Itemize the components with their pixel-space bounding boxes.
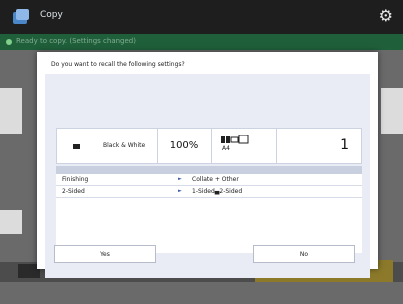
settings-summary: Black & White 100% A4 1: [56, 128, 362, 164]
paper-cell: A4: [211, 129, 277, 163]
yes-button[interactable]: Yes: [54, 245, 156, 263]
black-white-icon: [73, 144, 80, 149]
bg-left-tile: [0, 88, 22, 134]
setting-value: Collate + Other: [192, 176, 239, 183]
settings-table-header: [56, 166, 362, 174]
copies-cell: 1: [276, 129, 361, 163]
setting-value: 1-Sided▄2-Sided: [192, 188, 243, 195]
bg-left-tile-lower: [0, 210, 22, 234]
table-row: Finishing ► Collate + Other: [56, 174, 362, 186]
zoom-value: 100%: [169, 140, 199, 151]
app-title: Copy: [40, 10, 63, 20]
table-row: 2-Sided ► 1-Sided▄2-Sided: [56, 186, 362, 198]
arrow-right-icon: ►: [178, 188, 182, 194]
setting-name: Finishing: [62, 176, 89, 183]
zoom-cell: 100%: [157, 129, 212, 163]
arrow-right-icon: ►: [178, 176, 182, 182]
copies-count: 1: [340, 137, 349, 153]
color-mode-label: Black & White: [103, 142, 146, 149]
status-text: Ready to copy. (Settings changed): [16, 37, 136, 45]
setting-name: 2-Sided: [62, 188, 85, 195]
status-bar: Ready to copy. (Settings changed): [0, 34, 403, 50]
copy-app-icon: [13, 9, 29, 24]
no-button[interactable]: No: [253, 245, 355, 263]
app-header: Copy ⚙: [0, 0, 403, 34]
paper-size: A4: [222, 145, 230, 152]
bg-right-tile: [381, 88, 403, 134]
dialog-message: Do you want to recall the following sett…: [51, 61, 185, 68]
recall-settings-dialog: Do you want to recall the following sett…: [37, 52, 378, 278]
gear-icon[interactable]: ⚙: [379, 8, 393, 24]
settings-table: Finishing ► Collate + Other 2-Sided ► 1-…: [56, 174, 362, 253]
status-indicator-icon: [6, 39, 12, 45]
color-mode-cell: Black & White: [57, 129, 158, 163]
